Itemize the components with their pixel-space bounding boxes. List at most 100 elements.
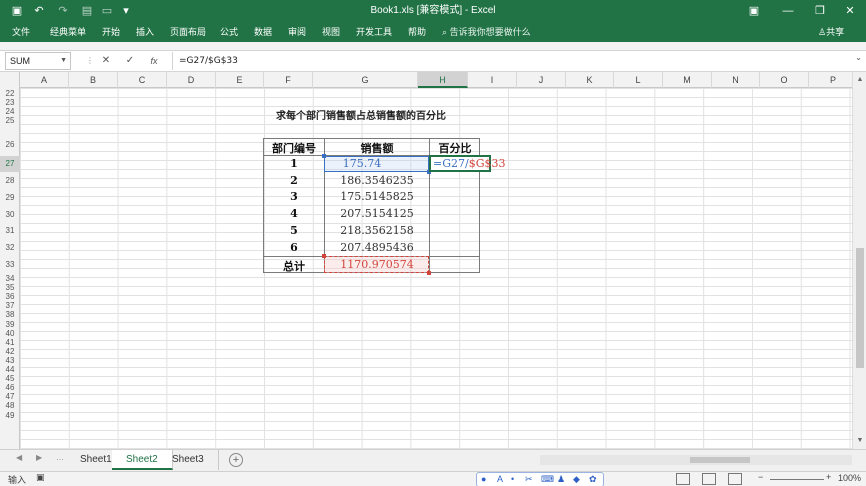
next-sheet-icon[interactable]: ▶: [36, 453, 42, 462]
prev-sheet-icon[interactable]: ◀: [16, 453, 22, 462]
column-header-e[interactable]: E: [216, 72, 264, 88]
sales-cell[interactable]: 207.5154125: [325, 207, 429, 220]
column-header-b[interactable]: B: [69, 72, 118, 88]
tab-data[interactable]: 数据: [254, 22, 272, 42]
row-header-26[interactable]: 26: [0, 132, 20, 150]
page-layout-view-icon[interactable]: [702, 473, 716, 485]
expand-formula-bar-icon[interactable]: ⌄: [855, 53, 862, 62]
customize-quick-access-icon[interactable]: ▾: [120, 3, 132, 19]
sheet-title-cell[interactable]: 求每个部门销售额占总销售额的百分比: [276, 107, 446, 122]
ime-punct-icon[interactable]: •: [511, 473, 514, 486]
undo-icon[interactable]: ↶: [32, 3, 46, 19]
column-header-n[interactable]: N: [712, 72, 760, 88]
tell-me-search[interactable]: ⌕ 告诉我你想要做什么: [442, 22, 531, 42]
row-header-40[interactable]: 40: [0, 329, 20, 338]
dept-cell[interactable]: 5: [264, 224, 324, 237]
row-header-24[interactable]: 24: [0, 107, 20, 116]
select-all-corner[interactable]: [0, 72, 20, 88]
vertical-scroll-thumb[interactable]: [856, 248, 864, 368]
column-header-d[interactable]: D: [167, 72, 216, 88]
column-header-j[interactable]: J: [517, 72, 566, 88]
dept-cell[interactable]: 6: [264, 241, 324, 254]
dept-cell[interactable]: 4: [264, 207, 324, 220]
row-header-35[interactable]: 35: [0, 283, 20, 292]
save-icon[interactable]: ▣: [10, 3, 24, 19]
restore-icon[interactable]: ❐: [804, 0, 836, 22]
row-header-27[interactable]: 27: [0, 156, 20, 172]
tab-formulas[interactable]: 公式: [220, 22, 238, 42]
column-header-a[interactable]: A: [20, 72, 69, 88]
tab-classic-menu[interactable]: 经典菜单: [50, 22, 86, 42]
tab-view[interactable]: 视图: [322, 22, 340, 42]
zoom-in-icon[interactable]: +: [826, 472, 831, 482]
column-header-i[interactable]: I: [468, 72, 517, 88]
normal-view-icon[interactable]: [676, 473, 690, 485]
sheet-menu-icon[interactable]: …: [56, 453, 64, 462]
row-header-37[interactable]: 37: [0, 301, 20, 310]
zoom-level[interactable]: 100%: [838, 473, 861, 483]
ime-mode-icon[interactable]: A: [497, 473, 503, 486]
row-header-33[interactable]: 33: [0, 257, 20, 273]
add-sheet-icon[interactable]: +: [229, 453, 243, 467]
row-header-29[interactable]: 29: [0, 190, 20, 206]
horizontal-scroll-thumb[interactable]: [690, 457, 750, 463]
cancel-icon[interactable]: ✕: [98, 53, 114, 69]
dept-cell[interactable]: 3: [264, 190, 324, 203]
row-header-39[interactable]: 39: [0, 320, 20, 329]
row-header-47[interactable]: 47: [0, 392, 20, 401]
row-header-38[interactable]: 38: [0, 310, 20, 319]
chevron-down-icon[interactable]: ▼: [60, 53, 67, 69]
tab-insert[interactable]: 插入: [136, 22, 154, 42]
row-header-43[interactable]: 43: [0, 356, 20, 365]
ime-keyboard-icon[interactable]: ⌨: [541, 473, 554, 486]
tab-developer[interactable]: 开发工具: [356, 22, 392, 42]
row-header-30[interactable]: 30: [0, 207, 20, 223]
total-value-cell[interactable]: 1170.970574: [325, 258, 429, 271]
column-header-f[interactable]: F: [264, 72, 313, 88]
row-header-49[interactable]: 49: [0, 411, 20, 420]
tab-review[interactable]: 审阅: [288, 22, 306, 42]
row-header-46[interactable]: 46: [0, 383, 20, 392]
header-sales[interactable]: 销售额: [325, 140, 429, 156]
row-header-42[interactable]: 42: [0, 347, 20, 356]
enter-icon[interactable]: ✓: [122, 53, 138, 69]
redo-icon[interactable]: ↷: [56, 3, 70, 19]
ime-user-icon[interactable]: ♟: [557, 473, 565, 486]
row-header-48[interactable]: 48: [0, 401, 20, 410]
ime-logo-icon[interactable]: ●: [481, 473, 486, 486]
horizontal-scrollbar[interactable]: [540, 455, 852, 465]
sales-cell[interactable]: 207.4895436: [325, 241, 429, 254]
share-button[interactable]: ♙共享: [818, 22, 844, 42]
column-header-l[interactable]: L: [614, 72, 663, 88]
tab-help[interactable]: 帮助: [408, 22, 426, 42]
minimize-icon[interactable]: —: [772, 0, 804, 22]
total-label-cell[interactable]: 总计: [264, 258, 324, 274]
row-header-44[interactable]: 44: [0, 365, 20, 374]
header-percent[interactable]: 百分比: [430, 140, 480, 156]
ime-skin-icon[interactable]: ◆: [573, 473, 580, 486]
close-icon[interactable]: ✕: [834, 0, 866, 22]
sales-cell[interactable]: 175.5145825: [325, 190, 429, 203]
ime-toolbar[interactable]: ● A • ✂ ⌨ ♟ ◆ ✿: [476, 472, 604, 486]
row-header-36[interactable]: 36: [0, 292, 20, 301]
sales-cell[interactable]: 175.74: [325, 157, 429, 170]
ribbon-display-icon[interactable]: ▣: [738, 0, 770, 22]
row-header-25[interactable]: 25: [0, 116, 20, 125]
tab-home[interactable]: 开始: [102, 22, 120, 42]
page-break-view-icon[interactable]: [728, 473, 742, 485]
ime-settings-icon[interactable]: ✿: [589, 473, 597, 486]
sales-cell[interactable]: 186.3546235: [325, 174, 429, 187]
ref-handle[interactable]: [427, 271, 431, 275]
open-icon[interactable]: ▭: [100, 3, 114, 19]
row-header-28[interactable]: 28: [0, 173, 20, 189]
row-header-41[interactable]: 41: [0, 338, 20, 347]
tab-file[interactable]: 文件: [12, 22, 30, 42]
vertical-scrollbar[interactable]: ▲ ▼: [852, 72, 866, 449]
insert-function-icon[interactable]: fx: [146, 53, 162, 69]
column-header-o[interactable]: O: [760, 72, 809, 88]
tab-page-layout[interactable]: 页面布局: [170, 22, 206, 42]
ime-scissors-icon[interactable]: ✂: [525, 473, 533, 486]
row-header-31[interactable]: 31: [0, 223, 20, 239]
macro-record-icon[interactable]: ▣: [36, 472, 45, 483]
formula-input[interactable]: =G27/$G$33: [172, 52, 852, 70]
